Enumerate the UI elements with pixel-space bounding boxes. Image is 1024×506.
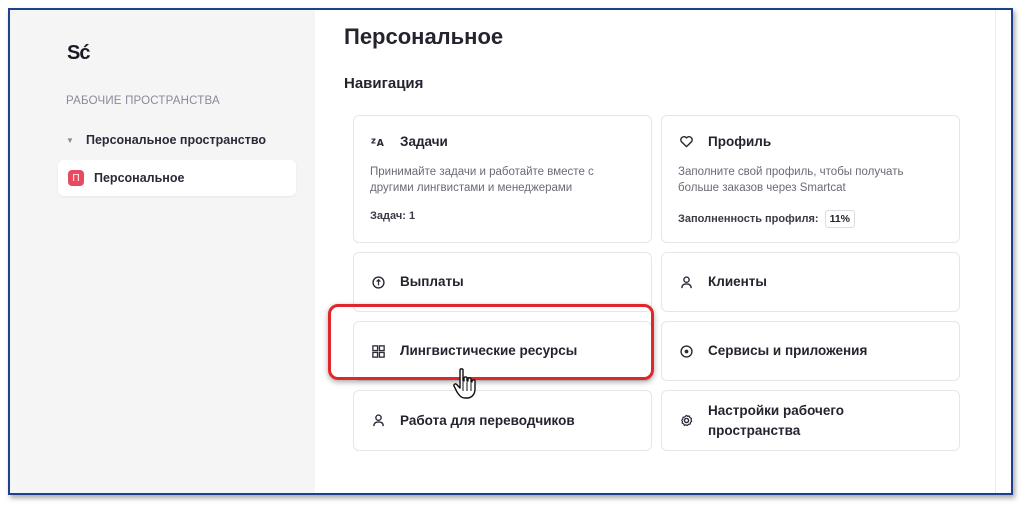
person-icon (678, 274, 694, 290)
heart-icon (678, 134, 694, 150)
section-title: Навигация (344, 75, 424, 92)
workspace-group[interactable]: ▼ Персональное пространство (66, 133, 266, 147)
scrollbar-track[interactable] (995, 10, 996, 493)
page-title: Персональное (344, 24, 504, 49)
profile-completeness-value: 11% (824, 209, 856, 228)
card-title: Сервисы и приложения (708, 343, 868, 359)
card-title: Настройки рабочего пространства (708, 402, 845, 438)
target-icon (678, 343, 694, 359)
card-title: Работа для переводчиков (400, 412, 575, 428)
card-title: Клиенты (708, 274, 767, 290)
smartcat-logo[interactable]: Sć (67, 42, 90, 65)
person-icon (370, 413, 386, 429)
sidebar: Sć РАБОЧИЕ ПРОСТРАНСТВА ▼ Персональное п… (10, 10, 315, 493)
card-title: Выплаты (400, 274, 464, 290)
highlight-annotation (328, 304, 654, 380)
workspace-group-label: Персональное пространство (86, 133, 266, 147)
payout-icon (370, 274, 386, 290)
profile-completeness-label: Заполненность профиля: (678, 212, 819, 225)
translate-icon: zA (370, 134, 386, 150)
sidebar-item-label: Персональное (94, 171, 185, 185)
card-translator-jobs[interactable]: Работа для переводчиков (353, 390, 652, 451)
card-tasks[interactable]: zA Задачи Принимайте задачи и работайте … (353, 115, 652, 243)
svg-text:z: z (371, 136, 376, 146)
profile-completeness: Заполненность профиля: 11% (678, 209, 943, 228)
sidebar-item-personal[interactable]: П Персональное (58, 160, 296, 196)
card-description: Принимайте задачи и работайте вместе с д… (370, 165, 594, 194)
gear-icon (678, 413, 694, 429)
card-description: Заполните свой профиль, чтобы получать б… (678, 165, 904, 194)
svg-text:A: A (376, 138, 384, 149)
card-title: Профиль (708, 134, 772, 149)
hand-cursor-icon (452, 367, 478, 401)
card-title: Задачи (400, 134, 448, 149)
workspaces-heading: РАБОЧИЕ ПРОСТРАНСТВА (66, 95, 220, 107)
workspace-badge: П (68, 170, 84, 186)
tasks-count: Задач: 1 (370, 209, 416, 222)
card-payouts[interactable]: Выплаты (353, 252, 652, 312)
card-profile[interactable]: Профиль Заполните свой профиль, чтобы по… (661, 115, 960, 243)
caret-down-icon[interactable]: ▼ (66, 136, 76, 145)
card-services[interactable]: Сервисы и приложения (661, 321, 960, 381)
card-workspace-settings[interactable]: Настройки рабочего пространства (661, 390, 960, 451)
card-clients[interactable]: Клиенты (661, 252, 960, 312)
